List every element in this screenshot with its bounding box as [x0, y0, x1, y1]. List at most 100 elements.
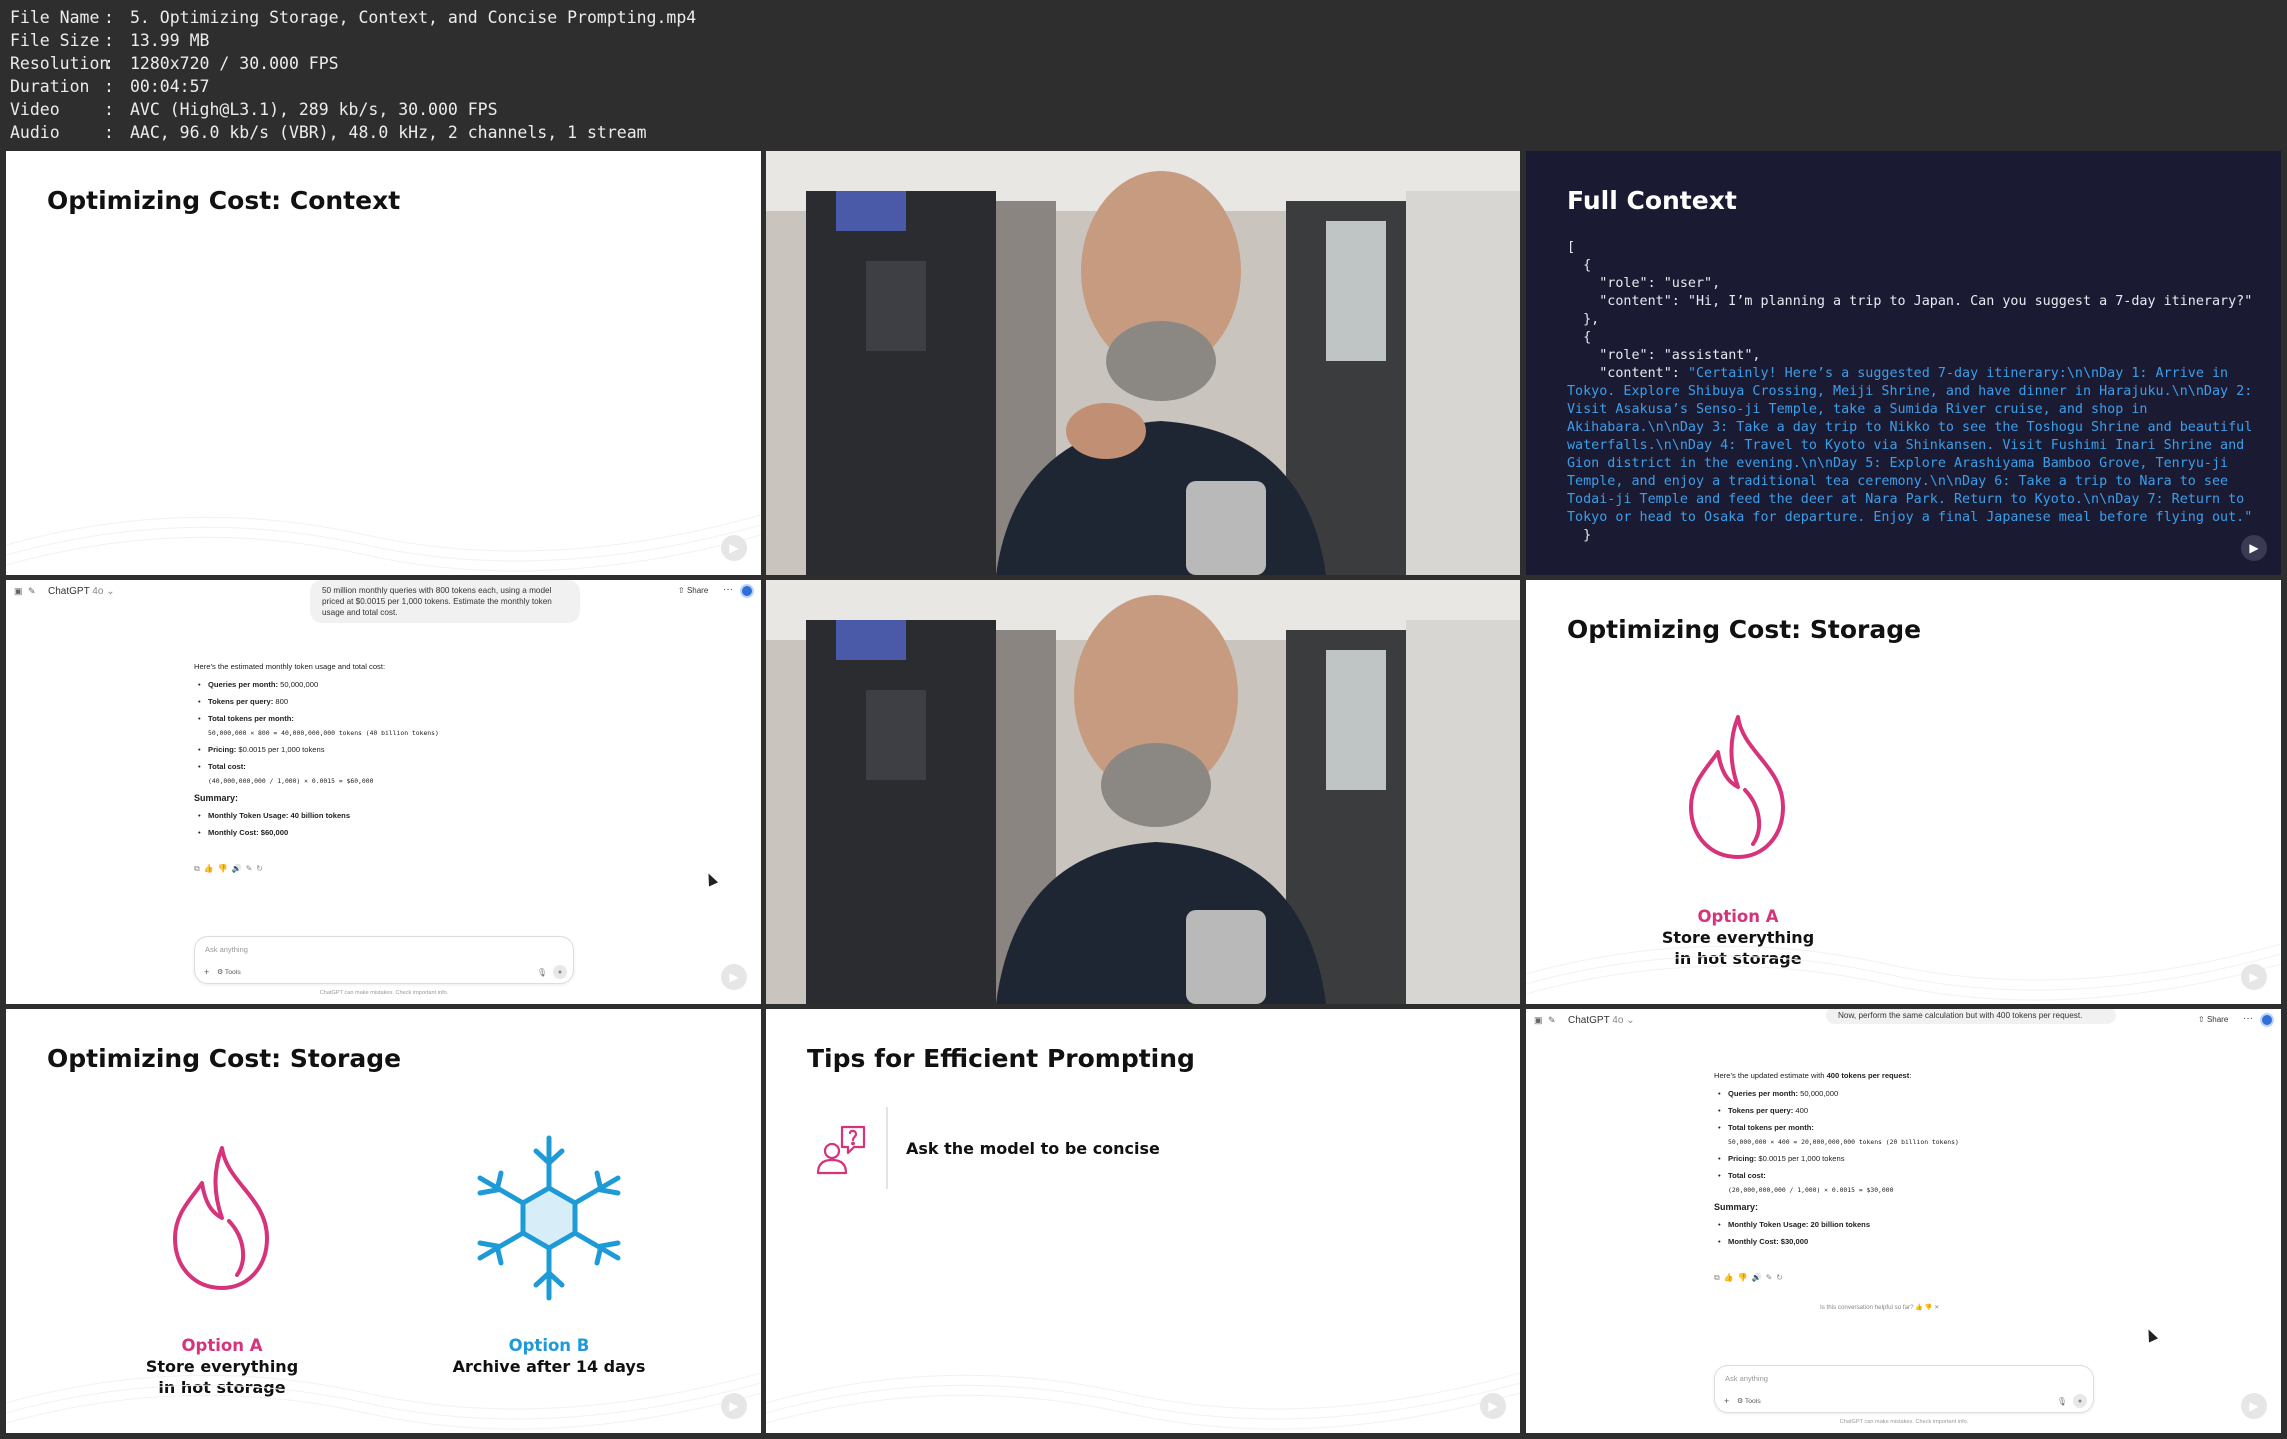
slide-title: Full Context: [1567, 186, 1737, 215]
thumbs-up-icon[interactable]: 👍: [1915, 1304, 1923, 1311]
microphone-icon[interactable]: 🎙: [2057, 1397, 2067, 1406]
meta-row: File Name:5. Optimizing Storage, Context…: [10, 8, 697, 27]
meta-key: Duration: [10, 77, 90, 96]
thumbnail-slide-storage-options: Optimizing Cost: Storage Option A Store …: [6, 1009, 761, 1433]
new-chat-icon[interactable]: ✎: [28, 586, 36, 597]
play-icon[interactable]: ▶: [721, 1393, 747, 1419]
person-question-icon: [816, 1125, 866, 1175]
assistant-response: Here’s the estimated monthly token usage…: [194, 662, 574, 845]
meta-value: 00:04:57: [130, 77, 210, 96]
share-button[interactable]: ⇧ Share: [678, 586, 708, 595]
more-options-icon[interactable]: ···: [2243, 1013, 2253, 1024]
meta-key: File Name: [10, 8, 100, 27]
decorative-wave-pattern: [6, 1372, 761, 1430]
microphone-icon[interactable]: 🎙: [537, 968, 547, 977]
chat-input-placeholder: Ask anything: [1725, 1374, 1768, 1383]
summary-heading: Summary:: [1714, 1202, 1759, 1212]
avatar[interactable]: [2260, 1013, 2274, 1027]
response-intro: Here’s the estimated monthly token usage…: [194, 662, 386, 671]
more-options-icon[interactable]: ···: [723, 584, 733, 595]
play-icon[interactable]: ▶: [1480, 1393, 1506, 1419]
list-item: Total tokens per month:50,000,000 × 800 …: [194, 714, 574, 738]
presenter-frame: [766, 151, 1520, 575]
response-actions[interactable]: ⧉👍👎🔊✎↻: [194, 864, 267, 874]
list-item: Pricing: $0.0015 per 1,000 tokens: [194, 745, 574, 755]
meta-row: Video: AVC (High@L3.1), 289 kb/s, 30.000 …: [10, 100, 498, 119]
list-item: Total cost:(20,000,000,000 / 1,000) × 0.…: [1714, 1171, 2094, 1195]
thumbnail-chatgpt-400-tokens: ▣ ✎ ChatGPT 4o ⌄ ⇧ Share ··· Now, perfor…: [1526, 1009, 2281, 1433]
list-item: Queries per month: 50,000,000: [194, 680, 574, 690]
list-item: Total cost:(40,000,000,000 / 1,000) × 0.…: [194, 762, 574, 786]
thumbnail-slide-full-context: Full Context [ { "role": "user", "conten…: [1526, 151, 2281, 575]
slide-title: Optimizing Cost: Storage: [47, 1044, 402, 1073]
play-icon[interactable]: ▶: [2241, 964, 2267, 990]
meta-value: 13.99 MB: [130, 31, 210, 50]
summary-heading: Summary:: [194, 793, 239, 803]
code-line: }: [1567, 528, 1592, 543]
file-metadata: File Name:5. Optimizing Storage, Context…: [10, 6, 696, 144]
sidebar-toggle-icon[interactable]: ▣: [1534, 1015, 1543, 1026]
list-item: Monthly Token Usage: 40 billion tokens: [194, 811, 574, 821]
list-item: Monthly Cost: $60,000: [194, 828, 574, 838]
meta-key: Audio: [10, 123, 60, 142]
code-line: "role": "user",: [1567, 276, 1721, 291]
chat-input-placeholder: Ask anything: [205, 945, 248, 954]
meta-row: File Size:13.99 MB: [10, 31, 210, 50]
list-item: Pricing: $0.0015 per 1,000 tokens: [1714, 1154, 2094, 1164]
voice-mode-icon[interactable]: ●: [2073, 1394, 2087, 1408]
slide-title: Tips for Efficient Prompting: [807, 1044, 1195, 1073]
list-item: Queries per month: 50,000,000: [1714, 1089, 2094, 1099]
meta-key: File Size: [10, 31, 100, 50]
close-icon[interactable]: ✕: [1934, 1304, 1939, 1311]
divider: [886, 1107, 888, 1189]
play-icon[interactable]: ▶: [721, 535, 747, 561]
play-icon[interactable]: ▶: [721, 964, 747, 990]
play-icon[interactable]: ▶: [2241, 1393, 2267, 1419]
code-line: "content":: [1567, 366, 1688, 381]
code-line: },: [1567, 312, 1600, 327]
share-button[interactable]: ⇧ Share: [2198, 1015, 2228, 1024]
assistant-content: "Certainly! Here’s a suggested 7-day iti…: [1567, 366, 2261, 525]
list-item: Total tokens per month:50,000,000 × 400 …: [1714, 1123, 2094, 1147]
decorative-wave-pattern: [1526, 943, 2281, 1001]
voice-mode-icon[interactable]: ●: [553, 965, 567, 979]
chat-input[interactable]: Ask anything + ⚙ Tools 🎙 ●: [194, 936, 574, 984]
tools-button[interactable]: ⚙ Tools: [1737, 1397, 1761, 1405]
model-selector[interactable]: ChatGPT 4o ⌄: [1568, 1015, 1635, 1026]
thumbnail-presenter-video: [766, 151, 1520, 575]
meta-row: Resolution:1280x720 / 30.000 FPS: [10, 54, 339, 73]
tools-button[interactable]: ⚙ Tools: [217, 968, 241, 976]
feedback-prompt: Is this conversation helpful so far? 👍 👎…: [1820, 1304, 1940, 1311]
thumbnail-slide-context: Optimizing Cost: Context ▶: [6, 151, 761, 575]
sidebar-toggle-icon[interactable]: ▣: [14, 586, 23, 597]
thumbnail-slide-storage-option-a: Optimizing Cost: Storage Option A Store …: [1526, 580, 2281, 1004]
avatar[interactable]: [740, 584, 754, 598]
code-line: "role": "assistant",: [1567, 348, 1761, 363]
code-line: {: [1567, 330, 1592, 345]
list-item: Monthly Cost: $30,000: [1714, 1237, 2094, 1247]
list-item: Tokens per query: 800: [194, 697, 574, 707]
assistant-response: Here’s the updated estimate with 400 tok…: [1714, 1071, 2094, 1254]
meta-value: AAC, 96.0 kb/s (VBR), 48.0 kHz, 2 channe…: [130, 123, 647, 142]
chat-input[interactable]: Ask anything + ⚙ Tools 🎙 ●: [1714, 1365, 2094, 1413]
meta-value: 5. Optimizing Storage, Context, and Conc…: [130, 8, 697, 27]
code-line: {: [1567, 258, 1592, 273]
thumbs-down-icon[interactable]: 👎: [1925, 1304, 1933, 1311]
user-message: 50 million monthly queries with 800 toke…: [310, 580, 580, 623]
new-chat-icon[interactable]: ✎: [1548, 1015, 1556, 1026]
list-item: Monthly Token Usage: 20 billion tokens: [1714, 1220, 2094, 1230]
flame-icon: [173, 1146, 269, 1290]
code-line: [: [1567, 240, 1576, 255]
disclaimer: ChatGPT can make mistakes. Check importa…: [319, 990, 449, 996]
meta-key: Resolution: [10, 54, 110, 73]
tip-text: Ask the model to be concise: [906, 1138, 1160, 1158]
add-icon[interactable]: +: [1724, 1396, 1729, 1406]
meta-row: Duration:00:04:57: [10, 77, 210, 96]
model-selector[interactable]: ChatGPT 4o ⌄: [48, 586, 115, 597]
add-icon[interactable]: +: [204, 967, 209, 977]
play-icon[interactable]: ▶: [2241, 535, 2267, 561]
meta-value: 1280x720 / 30.000 FPS: [130, 54, 339, 73]
presenter-frame: [766, 580, 1520, 1004]
response-actions[interactable]: ⧉👍👎🔊✎↻: [1714, 1273, 1787, 1283]
slide-title: Optimizing Cost: Storage: [1567, 615, 1922, 644]
